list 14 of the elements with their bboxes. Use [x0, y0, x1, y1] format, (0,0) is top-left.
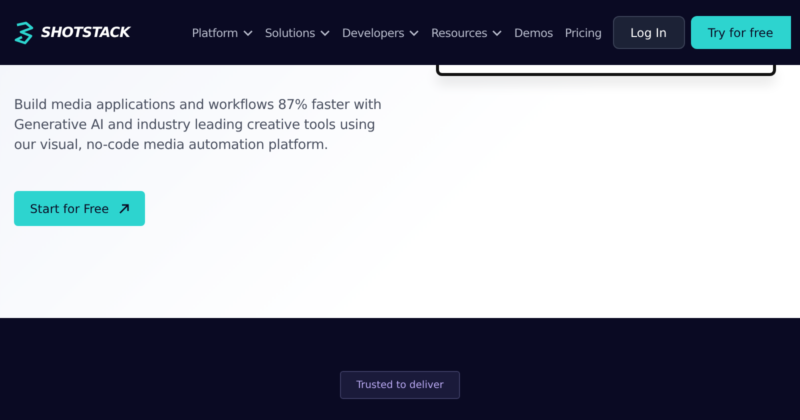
hero-description: Build media applications and workflows 87% faster with Generative AI and industry leading creative tools using our visual, no-code media automation platform. [14, 96, 382, 155]
logo-icon [12, 20, 36, 44]
trusted-badge: Trusted to deliver [340, 371, 460, 399]
try-free-button[interactable]: Try for free [690, 16, 791, 49]
nav-link[interactable]: Solutions [264, 26, 330, 40]
start-button[interactable]: Start for Free [14, 191, 145, 226]
nav-link[interactable]: Pricing [564, 26, 602, 40]
arrow-up-right-icon [118, 204, 129, 214]
nav-link[interactable]: Developers [342, 26, 420, 40]
nav-link[interactable]: Resources [431, 26, 502, 40]
nav-link[interactable]: Demos [514, 26, 553, 40]
nav-link[interactable]: Platform [192, 26, 253, 40]
logo-text[interactable]: SHOTSTACK [41, 24, 130, 40]
login-button[interactable]: Log In [612, 16, 685, 49]
